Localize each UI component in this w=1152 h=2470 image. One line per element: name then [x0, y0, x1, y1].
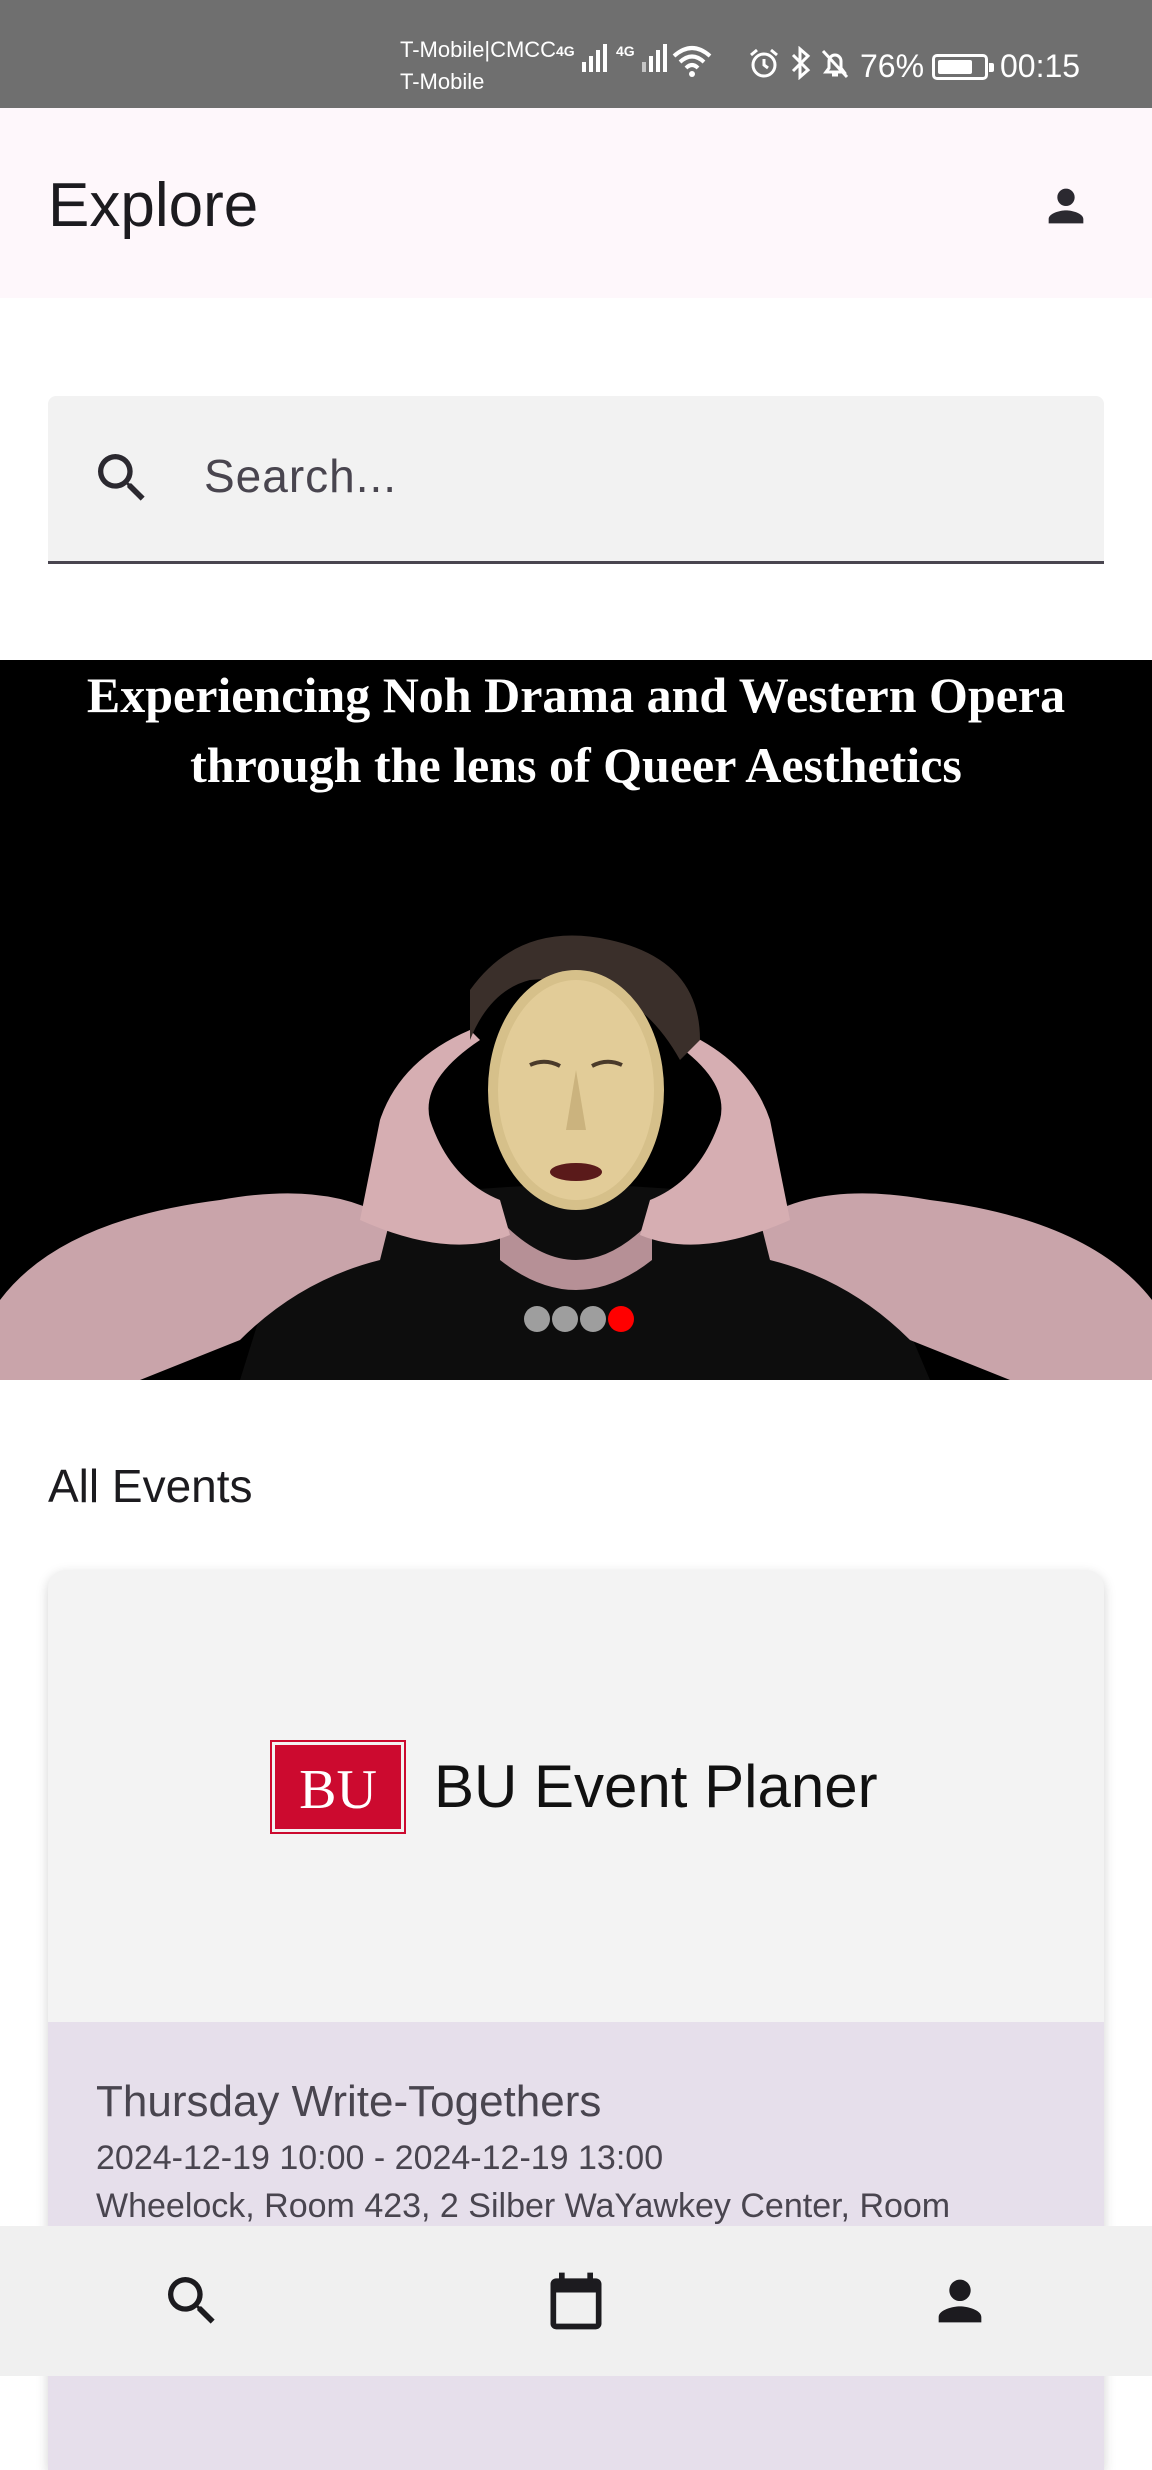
nav-calendar[interactable]: [384, 2226, 768, 2376]
person-icon: [1048, 188, 1084, 224]
status-bar: T-Mobile|CMCC T-Mobile 4G 4G 76% 00:15: [0, 0, 1152, 108]
app-bar: Explore: [0, 108, 1152, 298]
carrier-secondary: T-Mobile: [400, 69, 485, 94]
search-bar[interactable]: [48, 396, 1104, 564]
person-icon: [938, 2279, 982, 2323]
carousel-indicator: [524, 1306, 634, 1332]
calendar-icon: [550, 2272, 602, 2330]
event-brand: BU BU Event Planer: [270, 1740, 878, 1834]
profile-button[interactable]: [1030, 170, 1102, 242]
headline-line-1: Experiencing Noh Drama and Western Opera: [86, 667, 1066, 723]
featured-carousel[interactable]: Experiencing Noh Drama and Western Opera…: [0, 660, 1152, 1380]
brand-name: BU Event Planer: [434, 1753, 878, 1820]
carousel-dot-active[interactable]: [608, 1306, 634, 1332]
nav-profile[interactable]: [768, 2226, 1152, 2376]
battery-icon: [932, 54, 994, 80]
page-title: Explore: [48, 171, 259, 240]
bluetooth-icon: [791, 46, 811, 80]
carrier-primary: T-Mobile|CMCC: [400, 37, 557, 62]
bottom-navigation: [0, 2226, 1152, 2376]
nav-explore[interactable]: [0, 2226, 384, 2376]
carousel-dot[interactable]: [552, 1306, 578, 1332]
clock: 00:15: [1000, 48, 1081, 84]
battery-percent: 76%: [860, 48, 925, 84]
section-title: All Events: [48, 1460, 253, 1512]
signal-tag: 4G: [556, 43, 575, 59]
carousel-dot[interactable]: [524, 1306, 550, 1332]
signal-icon: 4G: [616, 44, 667, 72]
signal-icon: 4G: [556, 44, 607, 72]
carousel-headline: Experiencing Noh Drama and Western Opera…: [0, 660, 1152, 800]
signal-tag: 4G: [616, 43, 635, 59]
event-datetime: 2024-12-19 10:00 - 2024-12-19 13:00: [96, 2139, 664, 2177]
bu-logo: BU: [270, 1740, 406, 1834]
search-icon: [98, 454, 145, 501]
event-location: Wheelock, Room 423, 2 Silber WaYawkey Ce…: [96, 2187, 951, 2225]
bell-off-icon: [821, 49, 849, 79]
carousel-dot[interactable]: [580, 1306, 606, 1332]
event-title: Thursday Write-Togethers: [96, 2077, 602, 2126]
wifi-icon: [672, 46, 712, 77]
search-icon: [168, 2277, 215, 2324]
headline-line-2: through the lens of Queer Aesthetics: [190, 737, 962, 793]
alarm-icon: [750, 48, 778, 78]
carrier-label: T-Mobile|CMCC T-Mobile: [400, 34, 556, 98]
search-input[interactable]: [204, 434, 1064, 518]
